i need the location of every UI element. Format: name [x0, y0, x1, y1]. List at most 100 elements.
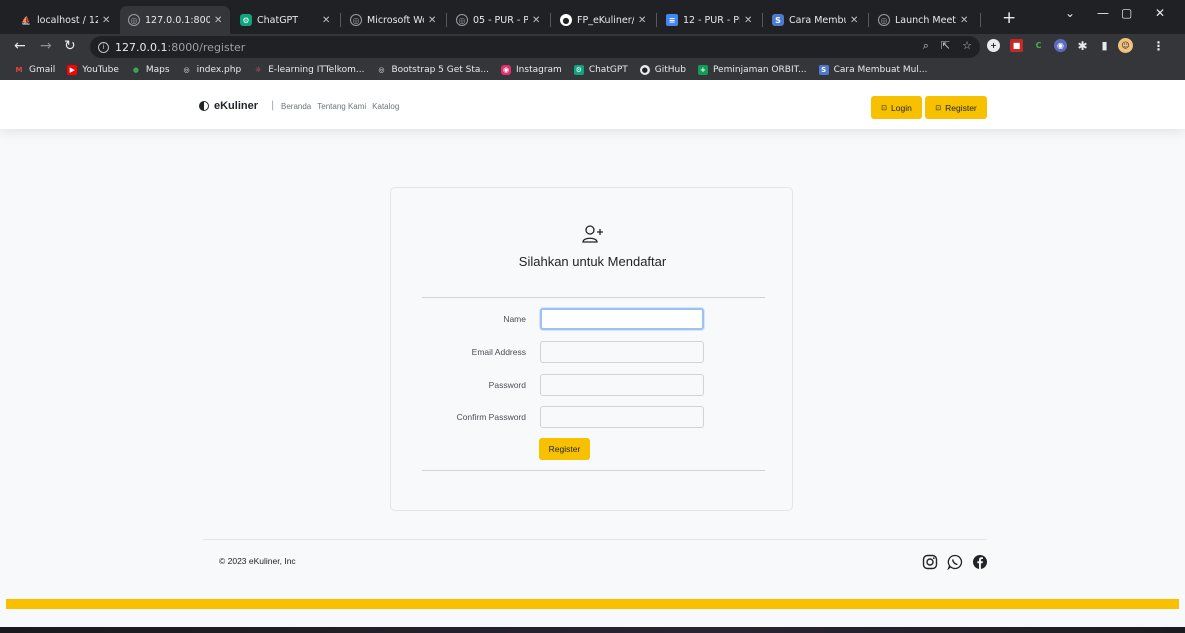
- menu-kebab-icon[interactable]: ⋮: [1152, 39, 1165, 53]
- register-icon: ⊡: [935, 104, 942, 112]
- close-icon[interactable]: ✕: [960, 15, 970, 26]
- bookmark-label: Gmail: [29, 65, 56, 75]
- browser-toolbar: ← → ↻ i 127.0.0.1 :8000/register ⌕ ⇱ ☆ +…: [0, 34, 1185, 60]
- youtube-icon: ▶: [67, 65, 78, 75]
- person-add-icon: [582, 225, 603, 243]
- chevron-down-icon[interactable]: ⌄: [1065, 6, 1075, 20]
- bookmark-gmail[interactable]: M Gmail: [14, 65, 56, 75]
- nav-link-katalog[interactable]: Katalog: [372, 102, 399, 111]
- bookmark-label: Maps: [145, 65, 170, 75]
- close-icon[interactable]: ✕: [638, 15, 648, 26]
- login-button[interactable]: ⊡ Login: [871, 96, 922, 119]
- tab-title: 05 - PUR - PF: [473, 14, 528, 26]
- bookmark-peminjaman[interactable]: + Peminjaman ORBIT...: [697, 65, 807, 75]
- new-tab-icon[interactable]: +: [1002, 8, 1016, 28]
- globe-icon: ◎: [456, 14, 468, 26]
- bookmarks-bar: M Gmail ▶ YouTube ● Maps ◎ index.php ☼ E-lear…: [0, 60, 1185, 80]
- tab-register[interactable]: ◎ 127.0.0.1:8000 ✕: [120, 6, 230, 34]
- facebook-icon[interactable]: [972, 554, 988, 570]
- register-card: Silahkan untuk Mendaftar Name Email Addr…: [390, 187, 793, 511]
- tab-launch-meeting[interactable]: ◎ Launch Meeti ✕: [870, 6, 976, 34]
- bookmark-maps[interactable]: ● Maps: [131, 65, 170, 75]
- password-input[interactable]: [540, 374, 704, 396]
- tab-google-docs[interactable]: ≡ 12 - PUR - PF ✕: [658, 6, 760, 34]
- divider: [422, 297, 765, 298]
- bookmark-cara-membuat[interactable]: S Cara Membuat Mul...: [818, 65, 928, 75]
- chatgpt-icon: ⚙: [573, 65, 584, 75]
- tab-github-repo[interactable]: ● FP_eKuliner/re ✕: [552, 6, 654, 34]
- close-icon[interactable]: ✕: [744, 15, 754, 26]
- bookmark-github[interactable]: ● GitHub: [639, 65, 686, 75]
- extension-discord-icon[interactable]: ◉: [1054, 39, 1067, 52]
- close-icon[interactable]: ✕: [850, 15, 860, 26]
- instagram-icon: ◉: [501, 65, 512, 75]
- info-icon[interactable]: i: [98, 41, 109, 53]
- address-bar[interactable]: i 127.0.0.1 :8000/register ⌕ ⇱ ☆: [90, 36, 980, 58]
- confirm-password-input[interactable]: [540, 406, 704, 428]
- site-navbar: eKuliner | Beranda Tentang Kami Katalog …: [0, 80, 1185, 129]
- email-input[interactable]: [540, 341, 704, 363]
- close-icon[interactable]: ✕: [322, 15, 332, 26]
- github-icon: ●: [560, 14, 572, 26]
- footer-divider: [203, 539, 987, 540]
- restore-icon[interactable]: ▢: [1121, 6, 1132, 20]
- tab-pur-05[interactable]: ◎ 05 - PUR - PF ✕: [448, 6, 548, 34]
- tab-title: FP_eKuliner/re: [577, 14, 634, 26]
- bookmark-label: Instagram: [516, 65, 562, 75]
- star-icon[interactable]: ☆: [962, 39, 972, 53]
- form-row-name: Name: [391, 308, 794, 330]
- tab-cara-membuat[interactable]: S Cara Membua ✕: [764, 6, 866, 34]
- brand-link[interactable]: eKuliner: [199, 100, 258, 112]
- bookmark-bootstrap[interactable]: ◎ Bootstrap 5 Get Sta...: [376, 65, 489, 75]
- form-title: Silahkan untuk Mendaftar: [518, 254, 667, 269]
- back-icon[interactable]: ←: [14, 38, 26, 54]
- reload-icon[interactable]: ↻: [64, 38, 76, 54]
- instagram-icon[interactable]: [922, 554, 938, 570]
- bookmark-instagram[interactable]: ◉ Instagram: [501, 65, 562, 75]
- name-input[interactable]: [540, 308, 704, 330]
- minimize-icon[interactable]: —: [1097, 6, 1109, 20]
- sidebar-icon[interactable]: ▮: [1098, 39, 1111, 52]
- tab-title: localhost / 12: [37, 14, 98, 26]
- login-label: Login: [891, 102, 912, 113]
- tab-microsoft-word[interactable]: ◎ Microsoft Wo ✕: [342, 6, 444, 34]
- window-close-icon[interactable]: ✕: [1155, 6, 1165, 20]
- search-icon[interactable]: ⌕: [923, 39, 929, 53]
- plus-icon: +: [697, 65, 708, 75]
- gmail-icon: M: [15, 66, 23, 74]
- tab-divider: [340, 13, 341, 27]
- tab-divider: [656, 13, 657, 27]
- tab-title: 12 - PUR - PF: [683, 14, 740, 26]
- share-icon[interactable]: ⇱: [941, 39, 950, 53]
- close-icon[interactable]: ✕: [214, 15, 224, 26]
- bookmark-label: index.php: [196, 65, 242, 75]
- extension-red-icon[interactable]: ■: [1010, 39, 1023, 52]
- tab-divider: [980, 13, 981, 27]
- whatsapp-icon[interactable]: [947, 554, 963, 570]
- tab-phpmyadmin[interactable]: ⛵ localhost / 12 ✕: [12, 6, 118, 34]
- extension-c-icon[interactable]: C: [1032, 39, 1045, 52]
- nav-link-tentang-kami[interactable]: Tentang Kami: [317, 102, 366, 111]
- brand-name: eKuliner: [214, 100, 259, 112]
- close-icon[interactable]: ✕: [428, 15, 438, 26]
- tab-chatgpt[interactable]: ⚙ ChatGPT ✕: [232, 6, 338, 34]
- tab-title: Microsoft Wo: [367, 14, 424, 26]
- extension-plus-icon[interactable]: +: [987, 39, 1000, 52]
- register-submit-button[interactable]: Register: [539, 438, 590, 460]
- tab-divider: [868, 13, 869, 27]
- nav-separator: |: [271, 100, 275, 111]
- nav-link-beranda[interactable]: Beranda: [281, 102, 311, 111]
- puzzle-icon[interactable]: ✱: [1076, 39, 1089, 53]
- bookmark-index-php[interactable]: ◎ index.php: [182, 65, 242, 75]
- bookmark-label: Cara Membuat Mul...: [833, 65, 928, 75]
- maps-icon: ●: [132, 66, 139, 74]
- bookmark-chatgpt[interactable]: ⚙ ChatGPT: [573, 65, 628, 75]
- bookmark-youtube[interactable]: ▶ YouTube: [67, 65, 119, 75]
- close-icon[interactable]: ✕: [532, 15, 542, 26]
- bookmark-elearning[interactable]: ☼ E-learning ITTelkom...: [253, 65, 364, 75]
- register-nav-button[interactable]: ⊡ Register: [925, 96, 987, 119]
- avatar[interactable]: ☺: [1118, 38, 1133, 53]
- forward-icon[interactable]: →: [40, 38, 52, 54]
- close-icon[interactable]: ✕: [102, 15, 112, 26]
- tab-title: ChatGPT: [257, 14, 299, 26]
